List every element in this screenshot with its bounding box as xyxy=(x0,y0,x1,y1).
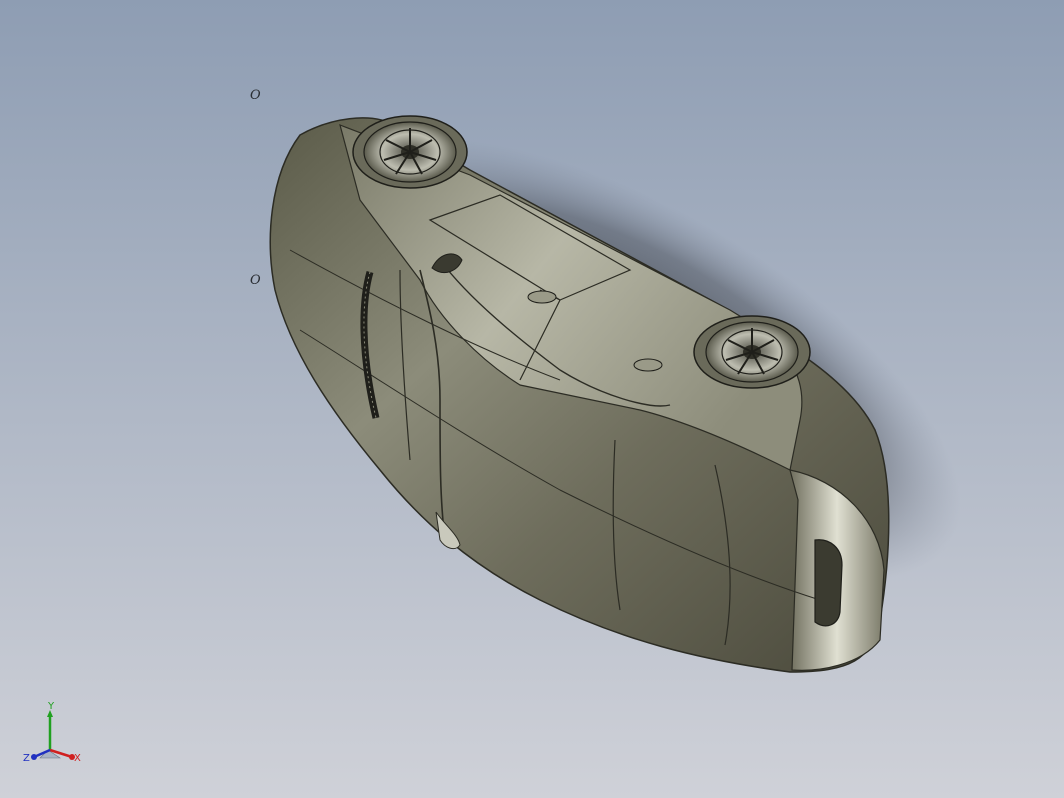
front-wheel[interactable] xyxy=(352,115,468,189)
sketch-origin-marker[interactable]: O xyxy=(250,88,261,103)
y-axis-label: Y xyxy=(47,701,55,712)
rear-wheel[interactable] xyxy=(693,315,811,389)
reference-triad[interactable]: Y X Z xyxy=(18,700,88,770)
car-model[interactable] xyxy=(0,0,1064,798)
door-handle xyxy=(633,358,663,372)
sketch-origin-marker[interactable]: O xyxy=(250,273,261,288)
x-axis-label: X xyxy=(74,753,81,764)
graphics-viewport[interactable]: O O Y X Z xyxy=(0,0,1064,798)
rear-light xyxy=(814,539,843,627)
door-handle xyxy=(527,290,557,304)
z-axis-label: Z xyxy=(23,753,30,764)
